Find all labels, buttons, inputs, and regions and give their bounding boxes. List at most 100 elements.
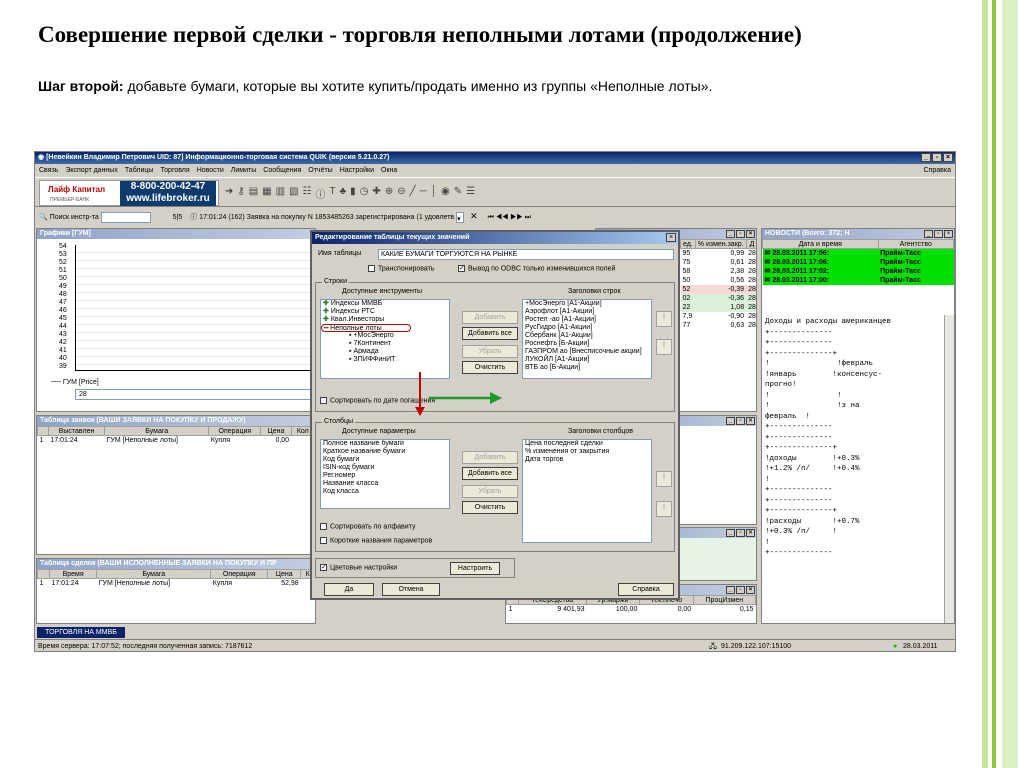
line-icon[interactable]: ╱ [410, 186, 416, 201]
clock-icon[interactable]: ◷ [360, 186, 369, 201]
table-name-input[interactable]: КАКИЕ БУМАГИ ТОРГУЮТСЯ НА РЫНКЕ [378, 249, 674, 260]
news-icon[interactable]: ☷ [303, 186, 312, 201]
list-item[interactable]: РусГидро [А1-Акции] [523, 324, 651, 332]
list-item[interactable]: ━ Неполные лоты [321, 324, 411, 332]
row-headers-list[interactable]: +МосЭнерго [А1-Акции] Аэрофлот [А1-Акции… [522, 299, 652, 379]
params-list[interactable]: Полное название бумаги Краткое название … [320, 439, 450, 509]
close-message-icon[interactable]: ✕ [470, 211, 478, 221]
news-row[interactable]: ✉ 28.03.2011 17:00: Прайм-Тасс [762, 275, 954, 285]
transpose-option[interactable]: Транспонировать [368, 265, 435, 272]
nav-prev-icon[interactable]: ◀◀ [496, 214, 509, 221]
search-input[interactable] [100, 211, 151, 223]
add-button[interactable]: Добавить [462, 311, 518, 324]
menu-help[interactable]: Справка [924, 165, 951, 176]
add-all-col-button[interactable]: Добавить все [462, 467, 518, 480]
nav-first-icon[interactable]: ⏮ [488, 214, 494, 221]
orders-col-paper[interactable]: Бумага [104, 426, 210, 436]
sort-expiry-option[interactable]: Сортировать по дате погашения [320, 397, 435, 404]
table-row[interactable]: 58 2,38 28 [681, 267, 757, 276]
list-item[interactable]: Рег.номер [321, 472, 449, 480]
list-item[interactable]: ЛУКОЙЛ [А1-Акции] [523, 356, 651, 364]
list-item[interactable]: Название класса [321, 480, 449, 488]
grid-icon[interactable]: ☰ [466, 186, 475, 201]
col-headers-list[interactable]: Цена последней сделки % изменения от зак… [522, 439, 652, 543]
list-item[interactable]: Аэрофлот [А1-Акции] [523, 308, 651, 316]
list-item[interactable]: Код класса [321, 488, 449, 496]
deals-col-n[interactable] [37, 569, 50, 579]
list-item[interactable]: ✚ Квал.Инвесторы [321, 316, 449, 324]
menu-trading[interactable]: Торговля [160, 165, 189, 176]
add-col-button[interactable]: Добавить [462, 451, 518, 464]
list-item[interactable]: Ростел -ао [А1-Акции] [523, 316, 651, 324]
table2-icon[interactable]: ▦ [262, 186, 271, 201]
list-item[interactable]: Полное название бумаги [321, 440, 449, 448]
plus-icon[interactable]: ✚ [372, 186, 380, 201]
remove-button[interactable]: Убрать [462, 345, 518, 358]
list-item[interactable]: ВТБ ао [Б-Акции] [523, 364, 651, 372]
sort-alpha-option[interactable]: Сортировать по алфавиту [320, 523, 415, 530]
deals-col-op[interactable]: Операция [210, 569, 269, 579]
list-item[interactable]: +МосЭнерго [А1-Акции] [523, 300, 651, 308]
maximize-button[interactable]: ▫ [736, 417, 745, 425]
maximize-button[interactable]: ▫ [934, 230, 943, 238]
add-all-button[interactable]: Добавить все [462, 327, 518, 340]
deals-col-time[interactable]: Время [48, 569, 98, 579]
chart-icon[interactable]: ▧ [289, 186, 298, 201]
table-row[interactable]: 1 17:01:24 ГУМ [Неполные лоты] Купля 0,0… [38, 436, 315, 445]
maximize-button[interactable]: ▫ [736, 230, 745, 238]
orders-col-op[interactable]: Операция [208, 426, 262, 436]
list-item[interactable]: Дата торгов [523, 456, 651, 464]
vline-icon[interactable]: │ [431, 186, 437, 201]
close-button[interactable]: × [746, 230, 755, 238]
transpose-checkbox[interactable] [368, 265, 375, 272]
list-item[interactable]: ✚ Индексы РТС [321, 308, 449, 316]
arrow-icon[interactable]: ➜ [225, 186, 233, 201]
clear-col-button[interactable]: Очистить [462, 501, 518, 514]
list-item[interactable]: Цена последней сделки [523, 440, 651, 448]
color-settings-checkbox[interactable]: ✓ [320, 564, 327, 571]
close-button[interactable]: × [746, 586, 755, 594]
list-item[interactable]: Сбербанк [А1-Акции] [523, 332, 651, 340]
maximize-button[interactable]: ▫ [736, 529, 745, 537]
odbc-checkbox[interactable]: ✓ [458, 265, 465, 272]
instruments-list[interactable]: ✚ Индексы ММВБ ✚ Индексы РТС ✚ Квал.Инве… [320, 299, 450, 379]
table-row[interactable]: 75 0,61 28 [681, 258, 757, 267]
menu-tables[interactable]: Таблицы [125, 165, 154, 176]
move-up-button[interactable]: ⇧ [656, 311, 672, 327]
orders-col-n[interactable] [37, 426, 49, 436]
news-row[interactable]: ✉ 28.03.2011 17:02: Прайм-Тасс [762, 266, 954, 276]
table-row[interactable]: 22 1,08 28 [680, 302, 756, 312]
eye-icon[interactable]: ◉ [441, 186, 450, 201]
quotes-col-last[interactable]: ед. [680, 239, 696, 249]
list-item[interactable]: ✚ Индексы ММВБ [321, 300, 449, 308]
list-item[interactable]: ▪ 7Континент [321, 340, 449, 348]
short-names-option[interactable]: Короткие названия параметров [320, 537, 432, 544]
key-icon[interactable]: ⚷ [237, 186, 244, 201]
task-button-mmvb[interactable]: ТОРГОВЛЯ НА ММВБ [37, 627, 125, 638]
cancel-button[interactable]: Отмена [382, 583, 440, 596]
table-icon[interactable]: ▤ [249, 186, 258, 201]
minimize-button[interactable]: _ [924, 230, 933, 238]
chart-plot-area[interactable] [75, 245, 311, 371]
news-col-agency[interactable]: Агентство [877, 239, 954, 249]
menu-news[interactable]: Новости [197, 165, 224, 176]
color-settings-option[interactable]: ✓ Цветовые настройки [320, 564, 397, 571]
minimize-button[interactable]: _ [726, 230, 735, 238]
quotes-col-date[interactable]: Д [745, 239, 756, 249]
nav-last-icon[interactable]: ⏭ [525, 214, 531, 221]
list-item[interactable]: ▪ ЗПИФФинИТ [321, 356, 449, 364]
news-col-datetime[interactable]: Дата и время [762, 239, 879, 249]
table3-icon[interactable]: ▥ [276, 186, 285, 201]
chart-value-box[interactable]: 28 [75, 389, 311, 400]
list-item[interactable]: ▪ Армада [321, 348, 449, 356]
list-item[interactable]: Краткое название бумаги [321, 448, 449, 456]
orders-col-time[interactable]: Выставлен [47, 426, 106, 436]
close-button[interactable]: × [746, 417, 755, 425]
table-row[interactable]: 52 -0,39 28 [680, 284, 756, 294]
list-item[interactable]: ▪ +МосЭнерго [321, 332, 449, 340]
table-row[interactable]: 77 0,63 28 [681, 321, 757, 330]
minimize-button[interactable]: _ [726, 529, 735, 537]
menu-connection[interactable]: Связь [39, 165, 58, 176]
info-icon[interactable]: ⓘ [316, 186, 326, 201]
dialog-close-button[interactable]: × [666, 233, 676, 242]
